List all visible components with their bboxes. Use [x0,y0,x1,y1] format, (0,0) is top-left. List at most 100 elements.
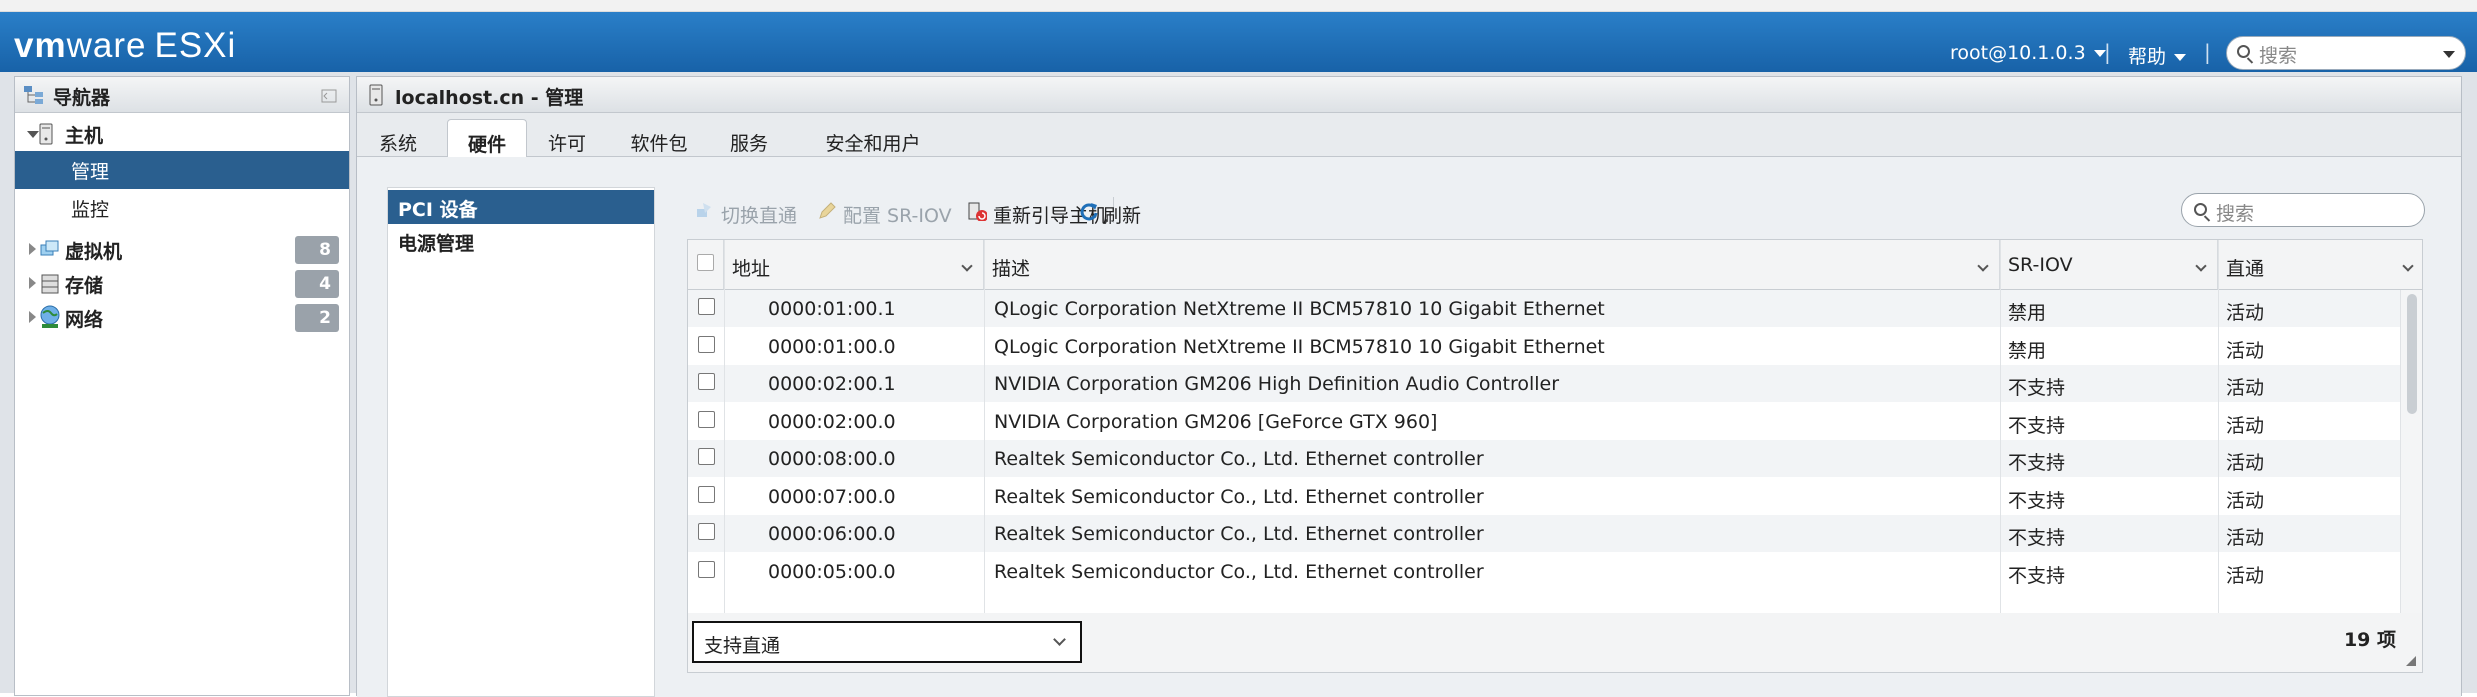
expand-right-icon[interactable] [29,311,36,323]
sort-chevron-icon[interactable] [2402,260,2414,272]
chevron-down-icon [1053,633,1066,646]
network-count-badge: 2 [295,304,339,332]
sort-chevron-icon[interactable] [961,260,973,272]
cell-address: 0000:02:00.0 [768,410,896,433]
table-row[interactable]: 0000:02:00.1 NVIDIA Corporation GM206 Hig… [688,365,2400,402]
table-row[interactable]: 0000:01:00.1 QLogic Corporation NetXtreme… [688,290,2400,327]
cell-description: Realtek Semiconductor Co., Ltd. Ethernet… [994,560,1484,583]
table-row[interactable]: 0000:02:00.0 NVIDIA Corporation GM206 [Ge… [688,403,2400,440]
column-header-description[interactable]: 描述 [984,240,2000,290]
cell-passthrough: 活动 [2226,452,2265,474]
row-checkbox[interactable] [698,560,715,578]
host-server-icon [39,123,53,145]
table-row[interactable]: 0000:06:00.0 Realtek Semiconductor Co., L… [688,515,2400,552]
chevron-down-icon [2174,54,2187,61]
cell-description: QLogic Corporation NetXtreme II BCM57810… [994,335,1605,358]
cell-address: 0000:01:00.0 [768,335,896,358]
select-all-header [688,240,724,290]
tab-license[interactable]: 许可 [537,119,597,157]
cell-passthrough: 活动 [2226,302,2265,324]
nav-item-network[interactable]: 网络 2 [15,301,349,335]
toggle-passthrough-button[interactable]: 切换直通 [721,201,797,228]
cell-passthrough: 活动 [2226,339,2265,362]
cell-passthrough: 活动 [2226,527,2265,549]
table-row[interactable]: 0000:01:00.0 QLogic Corporation NetXtreme… [688,328,2400,365]
pencil-icon [819,202,836,219]
help-menu[interactable]: 帮助 [2128,42,2187,69]
vmware-esxi-logo: vmware ESXi [14,26,237,65]
tab-security-users[interactable]: 安全和用户 [803,119,943,157]
tab-services[interactable]: 服务 [719,119,779,157]
nav-item-monitor[interactable]: 监控 [15,191,349,225]
sort-chevron-icon[interactable] [2195,260,2207,272]
cell-sriov: 禁用 [2008,302,2047,324]
top-bar: vmware ESXi root@10.1.0.3 | 帮助 | 搜索 [0,12,2477,72]
cell-passthrough: 活动 [2226,564,2265,587]
configure-sriov-button[interactable]: 配置 SR-IOV [843,201,952,228]
nav-item-host[interactable]: 主机 [15,117,349,151]
table-row[interactable]: 0000:07:00.0 Realtek Semiconductor Co., L… [688,478,2400,515]
tab-packages[interactable]: 软件包 [619,119,699,157]
select-all-checkbox[interactable] [697,254,714,271]
toggle-passthrough-icon [697,203,711,217]
cell-description: NVIDIA Corporation GM206 High Definition… [994,373,1560,395]
nav-item-storage[interactable]: 存储 4 [15,267,349,301]
cell-address: 0000:08:00.0 [768,448,896,470]
host-server-icon [369,84,383,106]
cell-sriov: 不支持 [2008,377,2066,399]
cell-sriov: 不支持 [2008,414,2066,437]
cell-sriov: 禁用 [2008,339,2047,362]
row-checkbox[interactable] [698,485,715,503]
global-search-input[interactable]: 搜索 [2226,36,2466,70]
search-icon [2237,45,2250,58]
row-checkbox[interactable] [698,373,715,390]
column-divider [724,240,725,613]
navigator-header: 导航器 [15,77,349,113]
row-checkbox[interactable] [698,410,715,428]
resize-handle-icon[interactable] [2406,656,2416,666]
expand-right-icon[interactable] [29,277,36,289]
cell-sriov: 不支持 [2008,489,2066,512]
vm-count-badge: 8 [295,236,339,264]
cell-address: 0000:05:00.0 [768,560,896,583]
table-search-input[interactable]: 搜索 [2181,193,2425,227]
tab-hardware[interactable]: 硬件 [447,119,527,158]
table-row[interactable]: 0000:08:00.0 Realtek Semiconductor Co., L… [688,440,2400,477]
column-header-passthrough[interactable]: 直通 [2218,240,2422,290]
collapse-panel-icon[interactable] [321,89,337,103]
passthrough-filter-select[interactable]: 支持直通 [692,621,1082,663]
user-menu[interactable]: root@10.1.0.3 [1950,42,2106,64]
virtual-machine-icon [40,240,59,256]
navigator-tree-icon [24,86,43,104]
cell-passthrough: 活动 [2226,489,2265,512]
expand-right-icon[interactable] [29,243,36,255]
refresh-button[interactable]: 刷新 [1103,201,1141,228]
sort-chevron-icon[interactable] [1977,260,1989,272]
hardware-submenu: PCI 设备 电源管理 [387,187,655,697]
row-checkbox[interactable] [698,298,715,315]
row-checkbox[interactable] [698,448,715,465]
nav-item-manage[interactable]: 管理 [15,151,349,189]
submenu-power-management[interactable]: 电源管理 [388,224,654,258]
tab-system[interactable]: 系统 [371,119,425,157]
expand-down-icon[interactable] [27,131,39,138]
table-row[interactable]: 0000:05:00.0 Realtek Semiconductor Co., L… [688,553,2400,590]
table-scrollbar[interactable] [2400,290,2422,613]
row-checkbox[interactable] [698,335,715,353]
column-header-sriov[interactable]: SR-IOV [2000,240,2218,290]
submenu-pci-devices[interactable]: PCI 设备 [388,190,654,224]
cell-sriov: 不支持 [2008,452,2066,474]
item-count: 19 项 [2343,629,2396,651]
nav-item-vms[interactable]: 虚拟机 8 [15,233,349,267]
pci-device-table: 地址 描述 SR-IOV 直通 0000:01:00.1 QLogic Corpo… [687,239,2423,614]
tab-bar: 系统 硬件 许可 软件包 服务 安全和用户 [357,113,2461,158]
storage-count-badge: 4 [295,270,339,298]
column-divider [984,240,985,613]
column-header-address[interactable]: 地址 [724,240,984,290]
main-header: localhost.cn - 管理 [357,77,2461,113]
row-checkbox[interactable] [698,523,715,540]
scrollbar-thumb[interactable] [2407,294,2417,414]
cell-address: 0000:06:00.0 [768,523,896,545]
browser-top-strip [0,0,2477,12]
chevron-down-icon[interactable] [2443,51,2455,58]
